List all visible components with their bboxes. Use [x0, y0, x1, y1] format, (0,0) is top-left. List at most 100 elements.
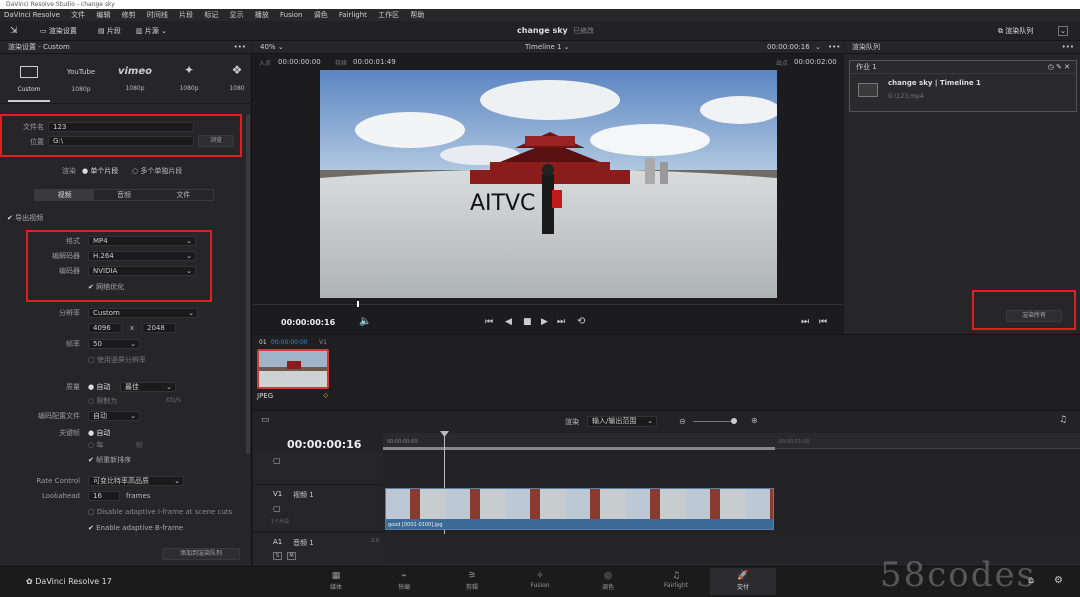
- expand-icon[interactable]: ⌄: [1058, 26, 1068, 36]
- keyframes-every-radio[interactable]: ○ 每: [88, 440, 103, 450]
- video-clip[interactable]: good [0001-0100].jpg: [385, 488, 774, 530]
- encoding-profile-value: 自动: [93, 412, 107, 420]
- framerate-select[interactable]: 50 ⌄: [88, 339, 140, 349]
- collapse-icon[interactable]: ⇲: [10, 25, 18, 37]
- menu-item[interactable]: 文件: [71, 11, 85, 19]
- track-toggle-icon[interactable]: ▢: [273, 456, 281, 465]
- render-job-card[interactable]: 作业 1 ◷ ✎ ✕ change sky | Timeline 1 G:\12…: [849, 60, 1077, 112]
- frame-reorder-checkbox[interactable]: ✔ 帧重新排序: [88, 455, 131, 465]
- enable-bframe-checkbox[interactable]: ✔ Enable adaptive B-frame: [88, 524, 183, 532]
- quality-select[interactable]: 最佳 ⌄: [120, 382, 176, 392]
- menu-item[interactable]: 调色: [314, 11, 328, 19]
- chevron-down-icon: ⌄: [188, 309, 194, 317]
- menu-item[interactable]: 播放: [255, 11, 269, 19]
- page-edit[interactable]: ⚞ 剪辑: [442, 570, 502, 591]
- menu-item[interactable]: 帮助: [410, 11, 424, 19]
- disable-iframe-checkbox[interactable]: ▢ Disable adaptive I-frame at scene cuts: [88, 508, 232, 516]
- edit-icon[interactable]: ✎: [1056, 63, 1062, 71]
- page-cut[interactable]: ⌁ 快编: [374, 570, 434, 591]
- zoom-out-icon[interactable]: ⊖: [679, 417, 686, 426]
- go-to-start-icon[interactable]: ⏮: [485, 317, 493, 327]
- page-color[interactable]: ◎ 调色: [578, 570, 638, 591]
- zoom-slider-handle[interactable]: [731, 418, 737, 424]
- encoding-profile-select[interactable]: 自动 ⌄: [88, 411, 140, 421]
- prev-clip-icon[interactable]: ⏮: [819, 317, 827, 327]
- tab-file[interactable]: 文件: [154, 190, 213, 200]
- page-fusion[interactable]: ✧ Fusion: [510, 570, 570, 589]
- viewer-timecode: 00:00:00:16: [767, 43, 810, 51]
- play-icon[interactable]: ▶: [541, 317, 548, 327]
- menu-item[interactable]: DaVinci Resolve: [4, 11, 60, 19]
- play-reverse-icon[interactable]: ◀: [505, 317, 512, 327]
- preset-vimeo[interactable]: vimeo 1080p: [114, 58, 156, 92]
- add-to-render-queue-button[interactable]: 添加到渲染队列: [162, 548, 240, 560]
- pinboard-button[interactable]: ▥ 片源 ⌄: [136, 25, 167, 37]
- single-clip-radio[interactable]: ● 单个片段: [82, 166, 118, 176]
- preset-label: Custom: [17, 86, 41, 93]
- job-name: change sky | Timeline 1: [888, 79, 981, 87]
- scrub-bar[interactable]: [253, 304, 843, 305]
- resolution-height-input[interactable]: 2048: [142, 323, 176, 333]
- go-to-end-icon[interactable]: ⏭: [557, 317, 565, 327]
- more-options-icon[interactable]: •••: [234, 41, 246, 54]
- resolution-width-input[interactable]: 4096: [88, 323, 122, 333]
- menu-item[interactable]: 编辑: [96, 11, 110, 19]
- close-icon[interactable]: ✕: [1064, 63, 1070, 71]
- tab-audio[interactable]: 音频: [94, 190, 153, 200]
- individual-clips-radio[interactable]: ○ 多个单独片段: [132, 166, 182, 176]
- more-options-icon[interactable]: •••: [1062, 41, 1074, 54]
- export-video-checkbox[interactable]: ✔ 导出视频: [7, 213, 43, 223]
- preset-custom[interactable]: Custom: [8, 58, 50, 102]
- pixel-aspect-checkbox[interactable]: ▢ 使用竖屏分辨率: [88, 355, 146, 365]
- page-deliver[interactable]: 🚀 交付: [710, 568, 776, 595]
- solo-button[interactable]: S: [273, 552, 282, 560]
- clock-icon[interactable]: ◷: [1048, 63, 1054, 71]
- audio-meter-icon[interactable]: ♫: [1059, 415, 1067, 425]
- render-range-select[interactable]: 输入/输出范围 ⌄: [587, 416, 657, 427]
- preset-twitter[interactable]: ✦ 1080p: [168, 58, 210, 92]
- chevron-down-icon[interactable]: ⌄: [815, 41, 821, 54]
- zoom-dropdown[interactable]: 40% ⌄: [260, 41, 284, 54]
- clips-button[interactable]: ▤ 片段: [98, 25, 121, 37]
- timeline-dropdown[interactable]: Timeline 1 ⌄: [525, 41, 570, 54]
- next-clip-icon[interactable]: ⏭: [801, 317, 809, 327]
- track-toggle-icon[interactable]: ▢: [273, 504, 281, 513]
- zoom-in-icon[interactable]: ⊕: [751, 416, 758, 425]
- quality-limit-radio[interactable]: ○ 限制为: [88, 396, 117, 406]
- render-range-bar: [383, 447, 775, 450]
- menu-item[interactable]: 片段: [179, 11, 193, 19]
- volume-icon[interactable]: 🔈: [359, 316, 371, 327]
- keyframes-auto-radio[interactable]: ● 自动: [88, 428, 110, 438]
- gear-icon[interactable]: ⚙: [1054, 575, 1063, 586]
- menu-item[interactable]: 时间线: [147, 11, 168, 19]
- page-fairlight[interactable]: ♫ Fairlight: [646, 570, 706, 589]
- home-icon[interactable]: ⌂: [1028, 575, 1034, 586]
- clip-timecode: 00:00:00:00: [271, 339, 308, 346]
- preset-dropbox[interactable]: ❖ 1080: [222, 58, 252, 92]
- track-header-empty: ▢: [253, 451, 383, 485]
- menu-item[interactable]: Fairlight: [339, 11, 367, 19]
- menu-item[interactable]: Fusion: [280, 11, 302, 19]
- resolution-select[interactable]: Custom ⌄: [88, 308, 198, 318]
- menu-item[interactable]: 工作区: [378, 11, 399, 19]
- rate-control-select[interactable]: 可变比特率高品质 ⌄: [88, 476, 184, 486]
- loop-icon[interactable]: ⟲: [577, 316, 585, 327]
- stop-icon[interactable]: ■: [523, 317, 532, 327]
- clip-thumbnail[interactable]: [257, 349, 329, 389]
- mute-button[interactable]: M: [287, 552, 296, 560]
- scrollbar[interactable]: [246, 114, 250, 454]
- timeline-ruler[interactable]: 00:00:00:00 00:00:01:00: [383, 433, 1080, 450]
- more-options-icon[interactable]: •••: [828, 41, 840, 54]
- render-settings-button[interactable]: ▭ 渲染设置: [40, 25, 77, 37]
- quality-auto-radio[interactable]: ● 自动: [88, 382, 110, 392]
- page-media[interactable]: ▦ 媒体: [306, 570, 366, 591]
- tab-video[interactable]: 视频: [35, 190, 95, 200]
- preset-youtube[interactable]: YouTube 1080p: [60, 58, 102, 93]
- menu-item[interactable]: 标记: [204, 11, 218, 19]
- menu-item[interactable]: 修剪: [122, 11, 136, 19]
- playhead[interactable]: [357, 301, 359, 307]
- menu-item[interactable]: 显示: [230, 11, 244, 19]
- timeline-view-icon[interactable]: ▭: [261, 415, 270, 425]
- render-queue-button[interactable]: ⧉ 渲染队列: [998, 25, 1033, 37]
- lookahead-input[interactable]: 16: [88, 491, 120, 501]
